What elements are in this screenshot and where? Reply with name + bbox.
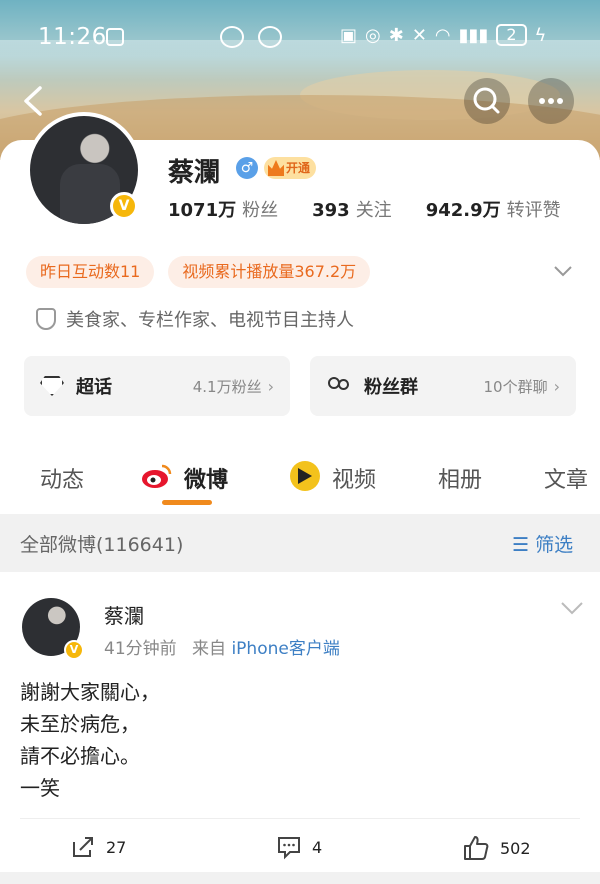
status-time: 11:26: [38, 24, 107, 50]
status-bar: 11:26 ▣ ◎ ✱ ✕ ◠ ▮▮▮ 2 ϟ: [0, 0, 600, 70]
post-time: 41分钟前: [104, 639, 177, 659]
super-topic-card[interactable]: 超话 4.1万粉丝 ›: [24, 356, 290, 416]
diamond-icon: [40, 376, 64, 396]
like-count: 502: [500, 838, 531, 858]
status-system-icons: ▣ ◎ ✱ ✕ ◠ ▮▮▮ 2 ϟ: [340, 24, 546, 46]
charging-icon: ϟ: [534, 24, 547, 46]
bottom-separator: [0, 872, 600, 884]
share-icon: [73, 837, 93, 857]
verification-info: 美食家、专栏作家、电视节目主持人: [36, 306, 354, 332]
weibo-icon: [142, 464, 172, 488]
super-topic-title: 超话: [76, 377, 112, 398]
followers-value: 1071万: [168, 200, 237, 221]
chevron-down-icon[interactable]: [552, 260, 574, 282]
comment-count: 4: [312, 837, 323, 857]
followers-stat[interactable]: 1071万 粉丝: [168, 196, 278, 222]
post-meta: 41分钟前 来自 iPhone客户端: [104, 634, 340, 659]
bluetooth-icon: ✱: [388, 24, 404, 46]
more-icon: [539, 98, 563, 104]
filter-label: 筛选: [535, 534, 574, 556]
chevron-right-icon: ›: [553, 376, 560, 396]
repost-count: 27: [106, 837, 127, 857]
tag-video-views[interactable]: 视频累计播放量367.2万: [168, 256, 371, 288]
tab-articles[interactable]: 文章: [544, 462, 588, 494]
profile-name: 蔡瀾: [168, 158, 221, 188]
comment-icon: [278, 837, 300, 860]
comment-button[interactable]: 4: [276, 834, 322, 860]
vip-badge[interactable]: 开通: [264, 157, 317, 179]
post-source[interactable]: iPhone客户端: [231, 639, 339, 659]
fan-group-title: 粉丝群: [364, 377, 418, 398]
thumbs-up-icon: [464, 836, 489, 860]
mute-icon: ✕: [411, 24, 427, 46]
chevron-down-icon[interactable]: [560, 600, 584, 616]
interactions-stat[interactable]: 942.9万 转评赞: [426, 196, 561, 222]
nfc-icon: ▣: [340, 24, 358, 46]
verified-badge-icon: V: [64, 640, 84, 660]
interactions-label: 转评赞: [506, 200, 561, 221]
interactions-value: 942.9万: [425, 200, 501, 221]
filter-icon: ☰: [512, 534, 530, 556]
people-icon: [326, 375, 352, 397]
fan-group-card[interactable]: 粉丝群 10个群聊 ›: [310, 356, 576, 416]
repost-button[interactable]: 27: [70, 834, 126, 860]
search-button[interactable]: [464, 78, 510, 124]
shield-icon: [36, 308, 56, 330]
post-from-label: 来自: [192, 639, 227, 659]
alarm-icon: ◎: [365, 24, 381, 46]
crown-icon: [268, 160, 284, 176]
tab-album[interactable]: 相册: [438, 462, 482, 494]
verified-badge-icon: V: [110, 192, 138, 220]
tab-activity[interactable]: 动态: [40, 462, 84, 494]
tab-video[interactable]: 视频: [332, 462, 376, 494]
filter-button[interactable]: ☰ 筛选: [512, 530, 573, 557]
super-topic-sub: 4.1万粉丝: [192, 377, 262, 396]
following-label: 关注: [355, 200, 392, 221]
chevron-right-icon: ›: [267, 376, 274, 396]
post-count: 全部微博(116641): [20, 534, 184, 556]
active-tab-indicator: [162, 500, 212, 505]
battery-indicator: 2: [496, 24, 527, 46]
divider: [20, 818, 580, 819]
post-author[interactable]: 蔡瀾: [104, 600, 144, 629]
eye-icon: [258, 26, 282, 48]
app-notification-icon: [220, 26, 244, 48]
post-text: 謝謝大家關心， 未至於病危， 請不必擔心。 一笑: [20, 680, 160, 800]
verification-text: 美食家、专栏作家、电视节目主持人: [66, 310, 354, 331]
video-icon: [290, 461, 320, 491]
search-icon: [473, 87, 500, 114]
following-value: 393: [312, 200, 350, 221]
status-app-icons: [220, 26, 282, 48]
fan-group-sub: 10个群聊: [483, 377, 548, 396]
wifi-icon: ◠: [434, 24, 451, 46]
signal-icon: ▮▮▮: [458, 24, 489, 46]
back-icon[interactable]: [18, 84, 48, 118]
notification-icon: [106, 28, 124, 46]
more-button[interactable]: [528, 78, 574, 124]
like-button[interactable]: 502: [462, 834, 531, 862]
vip-label: 开通: [286, 161, 311, 175]
tag-interactions[interactable]: 昨日互动数11: [26, 256, 155, 288]
following-stat[interactable]: 393 关注: [312, 196, 392, 222]
followers-label: 粉丝: [242, 200, 279, 221]
profile-tags: 昨日互动数11 视频累计播放量367.2万: [26, 256, 371, 288]
tab-weibo[interactable]: 微博: [184, 462, 228, 494]
profile-stats: 1071万 粉丝 393 关注 942.9万 转评赞: [168, 196, 561, 222]
male-icon: ♂: [236, 157, 258, 179]
